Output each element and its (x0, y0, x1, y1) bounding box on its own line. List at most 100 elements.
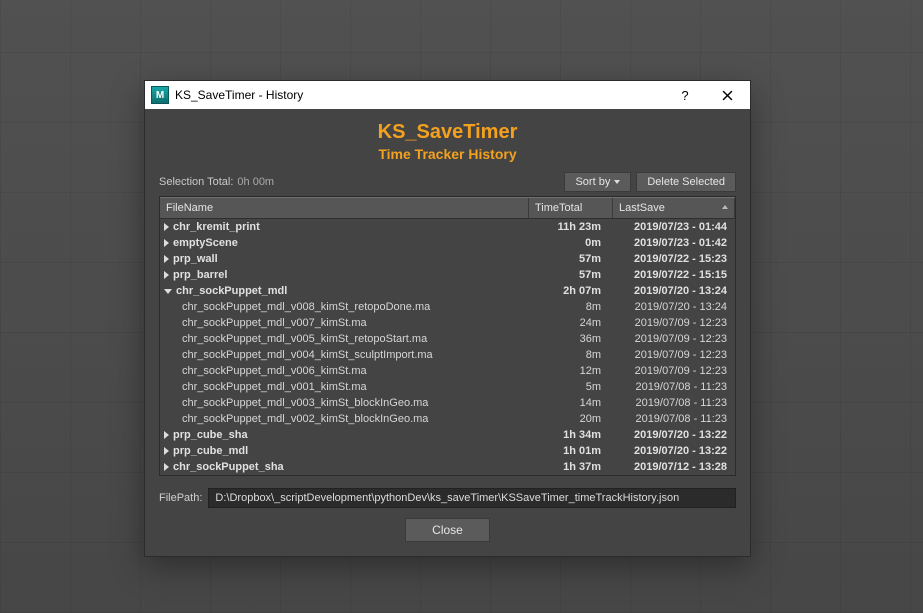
close-row: Close (159, 518, 736, 542)
cell-timetotal: 1h 01m (529, 445, 613, 457)
filename-text: chr_sockPuppet_mdl_v002_kimSt_blockInGeo… (182, 413, 428, 425)
table-header: FileName TimeTotal LastSave (160, 197, 735, 219)
expand-icon[interactable] (164, 463, 169, 471)
cell-filename: chr_sockPuppet_mdl_v008_kimSt_retopoDone… (160, 301, 529, 313)
table-row[interactable]: emptyScene 0m2019/07/23 - 01:42 (160, 235, 735, 251)
help-button[interactable]: ? (664, 81, 706, 109)
expand-icon[interactable] (164, 271, 169, 279)
expand-icon[interactable] (164, 447, 169, 455)
delete-selected-button[interactable]: Delete Selected (636, 172, 736, 192)
filename-text: chr_sockPuppet_mdl_v001_kimSt.ma (182, 381, 367, 393)
table-body: chr_kremit_print 11h 23m2019/07/23 - 01:4… (160, 219, 735, 475)
cell-lastsave: 2019/07/20 - 13:24 (613, 301, 735, 313)
cell-lastsave: 2019/07/08 - 11:23 (613, 413, 735, 425)
filepath-label: FilePath: (159, 492, 202, 504)
expand-icon[interactable] (164, 223, 169, 231)
table-row[interactable]: chr_kremit_print 11h 23m2019/07/23 - 01:4… (160, 219, 735, 235)
table-row[interactable]: prp_barrel57m2019/07/22 - 15:15 (160, 267, 735, 283)
column-header-timetotal[interactable]: TimeTotal (529, 198, 613, 218)
window-title: KS_SaveTimer - History (175, 88, 664, 102)
cell-lastsave: 2019/07/12 - 13:28 (613, 461, 735, 473)
filename-text: chr_sockPuppet_mdl_v006_kimSt.ma (182, 365, 367, 377)
cell-filename: prp_wall (160, 253, 529, 265)
cell-timetotal: 20m (529, 413, 613, 425)
cell-filename: chr_sockPuppet_mdl_v002_kimSt_blockInGeo… (160, 413, 529, 425)
cell-lastsave: 2019/07/23 - 01:44 (613, 221, 735, 233)
cell-timetotal: 14m (529, 397, 613, 409)
filename-text: prp_barrel (173, 269, 227, 281)
toolbar: Selection Total: 0h 00m Sort by Delete S… (159, 172, 736, 192)
table-row-child[interactable]: chr_sockPuppet_mdl_v002_kimSt_blockInGeo… (160, 411, 735, 427)
cell-filename: emptyScene (160, 237, 529, 249)
cell-filename: chr_kremit_print (160, 221, 529, 233)
cell-timetotal: 1h 34m (529, 429, 613, 441)
cell-timetotal: 57m (529, 253, 613, 265)
cell-timetotal: 11h 23m (529, 221, 613, 233)
maya-app-icon: M (151, 86, 169, 104)
collapse-icon[interactable] (164, 289, 172, 294)
cell-timetotal: 57m (529, 269, 613, 281)
cell-timetotal: 0m (529, 237, 613, 249)
delete-selected-label: Delete Selected (647, 176, 725, 188)
table-row[interactable]: prp_cube_mdl1h 01m2019/07/20 - 13:22 (160, 443, 735, 459)
table-row[interactable]: chr_sockPuppet_mdl2h 07m2019/07/20 - 13:… (160, 283, 735, 299)
cell-lastsave: 2019/07/20 - 13:24 (613, 285, 735, 297)
table-row-child[interactable]: chr_sockPuppet_mdl_v003_kimSt_blockInGeo… (160, 395, 735, 411)
table-row[interactable]: chr_sockPuppet_sha 1h 37m2019/07/12 - 13:… (160, 459, 735, 475)
table-row[interactable]: prp_cube_sha 1h 34m2019/07/20 - 13:22 (160, 427, 735, 443)
table-row[interactable]: prp_wall 57m2019/07/22 - 15:23 (160, 251, 735, 267)
cell-lastsave: 2019/07/09 - 12:23 (613, 333, 735, 345)
cell-filename: chr_sockPuppet_mdl_v003_kimSt_blockInGeo… (160, 397, 529, 409)
column-header-filename[interactable]: FileName (160, 198, 529, 218)
filename-text: chr_sockPuppet_mdl_v005_kimSt_retopoStar… (182, 333, 427, 345)
selection-total-label: Selection Total: (159, 176, 233, 188)
cell-timetotal: 12m (529, 365, 613, 377)
filepath-input[interactable] (208, 488, 736, 508)
filename-text: emptyScene (173, 237, 238, 249)
filename-text: chr_sockPuppet_mdl_v008_kimSt_retopoDone… (182, 301, 430, 313)
filename-text: chr_sockPuppet_mdl_v007_kimSt.ma (182, 317, 367, 329)
table-row-child[interactable]: chr_sockPuppet_mdl_v005_kimSt_retopoStar… (160, 331, 735, 347)
cell-filename: chr_sockPuppet_mdl_v006_kimSt.ma (160, 365, 529, 377)
expand-icon[interactable] (164, 431, 169, 439)
filename-text: prp_wall (173, 253, 218, 265)
filename-text: prp_cube_mdl (173, 445, 248, 457)
cell-lastsave: 2019/07/22 - 15:23 (613, 253, 735, 265)
cell-filename: chr_sockPuppet_mdl_v001_kimSt.ma (160, 381, 529, 393)
filename-text: chr_kremit_print (173, 221, 260, 233)
window-body: KS_SaveTimer Time Tracker History Select… (145, 109, 750, 556)
filename-text: chr_sockPuppet_sha (173, 461, 284, 473)
close-button[interactable]: Close (405, 518, 490, 542)
cell-filename: chr_sockPuppet_mdl_v004_kimSt_sculptImpo… (160, 349, 529, 361)
sort-indicator-icon (722, 205, 728, 209)
cell-timetotal: 36m (529, 333, 613, 345)
table-row-child[interactable]: chr_sockPuppet_mdl_v008_kimSt_retopoDone… (160, 299, 735, 315)
sort-by-button[interactable]: Sort by (564, 172, 631, 192)
cell-timetotal: 1h 37m (529, 461, 613, 473)
table-row-child[interactable]: chr_sockPuppet_mdl_v004_kimSt_sculptImpo… (160, 347, 735, 363)
expand-icon[interactable] (164, 239, 169, 247)
cell-lastsave: 2019/07/20 - 13:22 (613, 429, 735, 441)
table-row-child[interactable]: chr_sockPuppet_mdl_v007_kimSt.ma24m2019/… (160, 315, 735, 331)
filepath-row: FilePath: (159, 488, 736, 508)
cell-filename: chr_sockPuppet_sha (160, 461, 529, 473)
cell-timetotal: 8m (529, 349, 613, 361)
window-close-button[interactable] (706, 81, 748, 109)
chevron-down-icon (614, 180, 620, 184)
cell-lastsave: 2019/07/08 - 11:23 (613, 397, 735, 409)
titlebar[interactable]: M KS_SaveTimer - History ? (145, 81, 750, 109)
selection-total-value: 0h 00m (237, 176, 274, 188)
filename-text: chr_sockPuppet_mdl (176, 285, 287, 297)
cell-lastsave: 2019/07/09 - 12:23 (613, 349, 735, 361)
expand-icon[interactable] (164, 255, 169, 263)
history-table: FileName TimeTotal LastSave chr_kremit_p… (159, 196, 736, 476)
cell-timetotal: 8m (529, 301, 613, 313)
filename-text: prp_cube_sha (173, 429, 248, 441)
history-window: M KS_SaveTimer - History ? KS_SaveTimer … (144, 80, 751, 557)
column-header-lastsave[interactable]: LastSave (613, 198, 735, 218)
filename-text: chr_sockPuppet_mdl_v004_kimSt_sculptImpo… (182, 349, 433, 361)
cell-lastsave: 2019/07/23 - 01:42 (613, 237, 735, 249)
table-row-child[interactable]: chr_sockPuppet_mdl_v006_kimSt.ma12m2019/… (160, 363, 735, 379)
cell-lastsave: 2019/07/08 - 11:23 (613, 381, 735, 393)
table-row-child[interactable]: chr_sockPuppet_mdl_v001_kimSt.ma5m2019/0… (160, 379, 735, 395)
